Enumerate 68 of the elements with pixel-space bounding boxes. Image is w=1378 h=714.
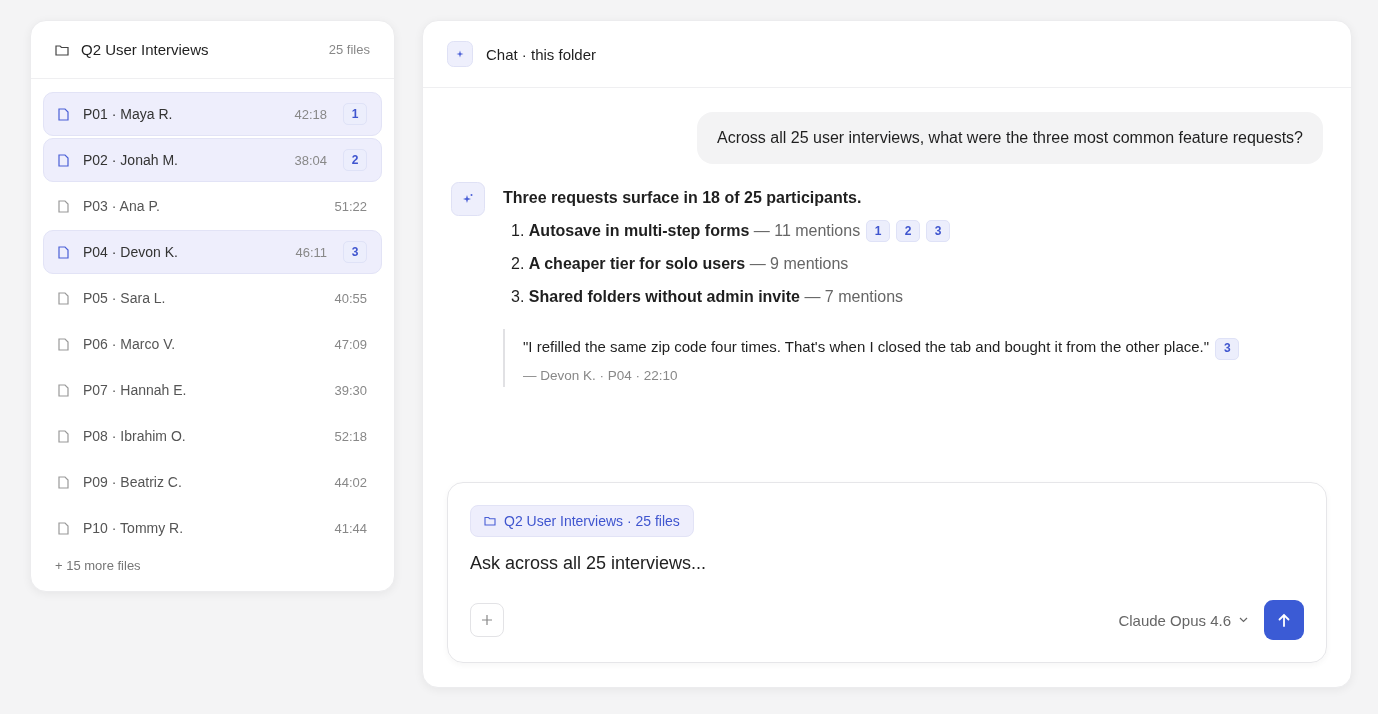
file-item[interactable]: P05 · Sara L. 40:55 <box>43 276 382 320</box>
chat-title: Chat · this folder <box>486 45 597 63</box>
citation-badge[interactable]: 3 <box>1215 337 1240 360</box>
document-icon <box>58 107 69 121</box>
file-count: 25 files <box>328 42 370 57</box>
file-duration: 51:22 <box>334 198 367 214</box>
document-icon <box>58 199 69 213</box>
file-duration: 42:18 <box>294 106 327 122</box>
file-item[interactable]: P07 · Hannah E. 39:30 <box>43 368 382 412</box>
folder-title: Q2 User Interviews <box>81 41 210 58</box>
file-name: P06 · Marco V. <box>83 336 177 352</box>
file-item[interactable]: P10 · Tommy R. 41:44 <box>43 506 382 550</box>
file-name: P03 · Ana P. <box>83 198 161 214</box>
arrow-up-icon <box>1278 613 1290 627</box>
file-duration: 41:44 <box>334 520 367 536</box>
request-item: 2. A cheaper tier for solo users — 9 mentions <box>511 255 849 273</box>
more-files-link[interactable]: + 15 more files <box>43 552 382 573</box>
user-message: Across all 25 user interviews, what were the three most common feature requests? <box>696 112 1323 164</box>
file-duration: 52:18 <box>334 428 367 444</box>
citation-badge[interactable]: 3 <box>926 220 951 242</box>
file-duration: 39:30 <box>334 382 367 398</box>
file-name: P05 · Sara L. <box>83 290 167 306</box>
document-icon <box>58 429 69 443</box>
file-name: P09 · Beatriz C. <box>83 474 183 490</box>
context-chip[interactable]: Q2 User Interviews · 25 files <box>470 505 694 537</box>
request-item: 3. Shared folders without admin invite — 7 mentions <box>511 288 904 306</box>
document-icon <box>58 337 69 351</box>
sparkle-icon <box>447 41 473 67</box>
file-item[interactable]: P01 · Maya R. 42:18 1 <box>43 92 382 136</box>
citation-badge[interactable]: 1 <box>866 220 891 242</box>
file-item[interactable]: P08 · Ibrahim O. 52:18 <box>43 414 382 458</box>
file-duration: 46:11 <box>295 244 327 260</box>
file-duration: 47:09 <box>334 336 367 352</box>
citation-badge: 2 <box>343 149 367 171</box>
file-name: P08 · Ibrahim O. <box>83 428 187 444</box>
citation-badge[interactable]: 2 <box>896 220 921 242</box>
file-item[interactable]: P04 · Devon K. 46:11 3 <box>43 230 382 274</box>
quote-text: "I refilled the same zip code four times. That's when I closed the tab and bought it from the other place." <box>523 338 1210 355</box>
send-button[interactable] <box>1264 600 1304 640</box>
chevron-icon <box>1239 617 1248 623</box>
file-item[interactable]: P06 · Marco V. 47:09 <box>43 322 382 366</box>
sparkle-icon <box>451 182 485 216</box>
citation-badge: 1 <box>343 103 367 125</box>
document-icon <box>58 383 69 397</box>
file-item[interactable]: P02 · Jonah M. 38:04 2 <box>43 138 382 182</box>
file-name: P10 · Tommy R. <box>83 520 185 536</box>
plus-icon <box>481 614 493 626</box>
answer-summary: Three requests surface in 18 of 25 participants. <box>503 189 863 207</box>
document-icon <box>58 245 69 259</box>
file-item[interactable]: P03 · Ana P. 51:22 <box>43 184 382 228</box>
file-name: P04 · Devon K. <box>83 244 179 260</box>
folder-icon <box>484 516 496 526</box>
file-name: P01 · Maya R. <box>83 106 174 122</box>
file-name: P07 · Hannah E. <box>83 382 188 398</box>
file-duration: 44:02 <box>334 474 367 490</box>
document-icon <box>58 153 69 167</box>
file-name: P02 · Jonah M. <box>83 152 179 168</box>
file-duration: 38:04 <box>294 152 327 168</box>
model-selector[interactable]: Claude Opus 4.6 <box>1112 610 1254 630</box>
file-item[interactable]: P09 · Beatriz C. 44:02 <box>43 460 382 504</box>
document-icon <box>58 291 69 305</box>
document-icon <box>58 521 69 535</box>
citation-badge: 3 <box>343 241 367 263</box>
quote-source: — Devon K. · P04 · 22:10 <box>523 368 679 383</box>
file-duration: 40:55 <box>334 290 367 306</box>
request-item: 1. Autosave in multi-step forms — 11 mentions <box>511 222 861 240</box>
document-icon <box>58 475 69 489</box>
folder-icon <box>55 43 69 56</box>
